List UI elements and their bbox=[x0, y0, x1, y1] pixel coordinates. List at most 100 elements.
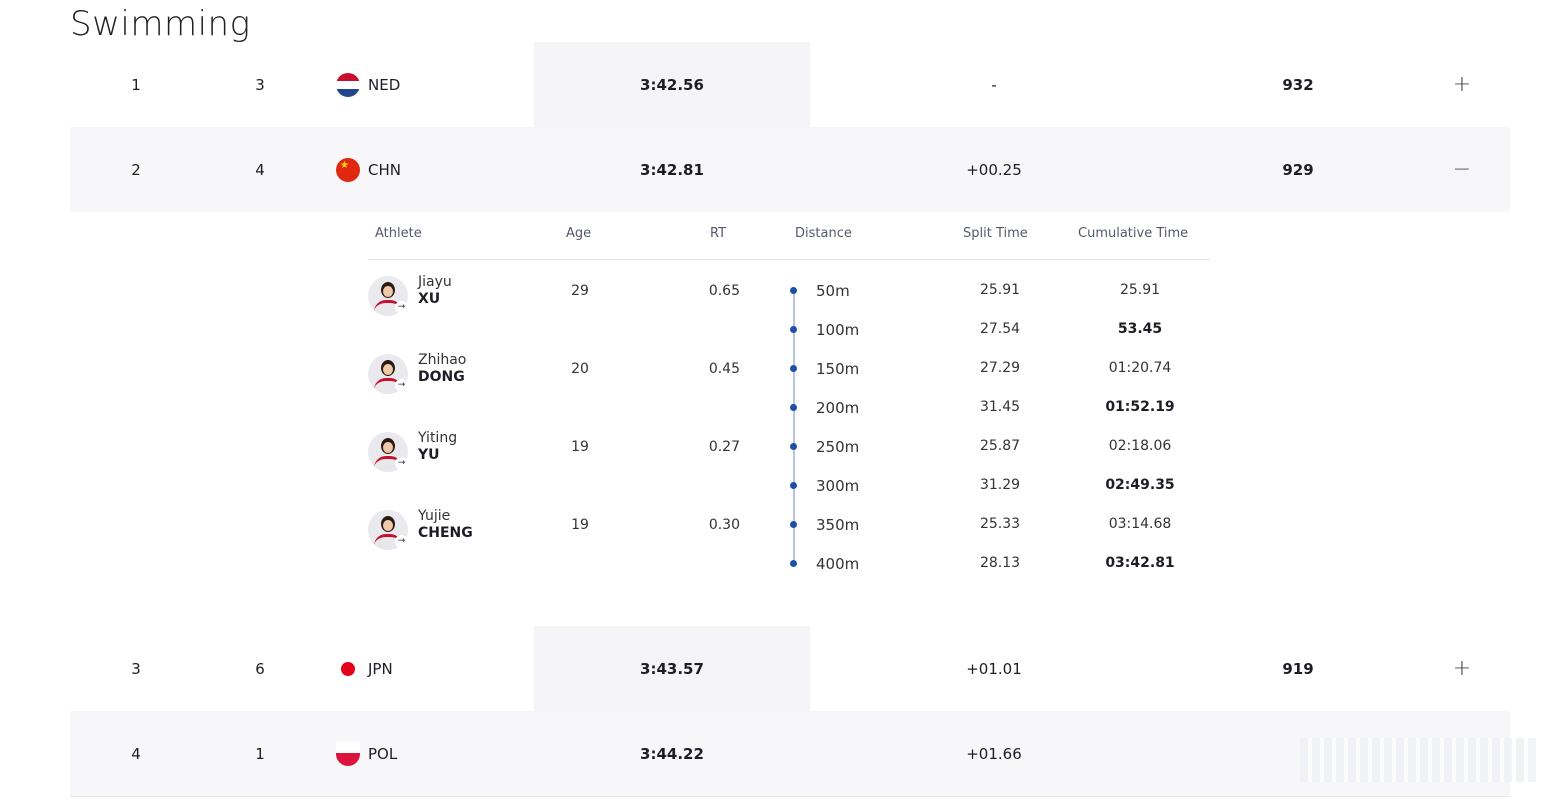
results-row-4[interactable]: 4 1 POL 3:44.22 +01.66 bbox=[70, 711, 1510, 797]
header-athlete: Athlete bbox=[375, 226, 422, 241]
athlete-rt: 0.45 bbox=[708, 361, 740, 377]
cumulative-time: 02:18.06 bbox=[1108, 438, 1172, 454]
split-distance: 250m bbox=[816, 438, 860, 456]
athlete-age: 19 bbox=[571, 439, 589, 455]
arrow-right-icon: → bbox=[395, 535, 408, 548]
points: 929 bbox=[1282, 160, 1314, 179]
points: 932 bbox=[1282, 75, 1314, 94]
header-split-time: Split Time bbox=[963, 226, 1028, 241]
collapse-minus-icon[interactable]: − bbox=[1450, 127, 1474, 212]
time-behind: +01.01 bbox=[966, 659, 1022, 678]
time-behind: +01.66 bbox=[966, 744, 1022, 763]
timeline-dot-icon bbox=[790, 287, 797, 294]
arrow-right-icon: → bbox=[395, 379, 408, 392]
split-time: 25.91 bbox=[979, 282, 1021, 298]
cumulative-time: 02:49.35 bbox=[1105, 477, 1175, 493]
avatar[interactable]: → bbox=[368, 354, 408, 394]
divider bbox=[368, 259, 1210, 260]
split-row: 350m 25.33 03:14.68 bbox=[780, 516, 1220, 536]
athlete-last-name: CHENG bbox=[418, 525, 473, 541]
avatar[interactable]: → bbox=[368, 276, 408, 316]
cumulative-time: 03:42.81 bbox=[1105, 555, 1175, 571]
timeline-dot-icon bbox=[790, 560, 797, 567]
result-time: 3:42.81 bbox=[640, 160, 704, 179]
header-cumulative-time: Cumulative Time bbox=[1078, 226, 1189, 241]
rank: 2 bbox=[131, 160, 141, 179]
athlete-item[interactable]: → Jiayu XU bbox=[368, 274, 568, 318]
header-rt: RT bbox=[710, 226, 727, 241]
split-distance: 350m bbox=[816, 516, 860, 534]
blurred-overlay bbox=[1300, 738, 1540, 782]
page-title: Swimming bbox=[70, 4, 251, 44]
lane: 1 bbox=[255, 744, 265, 763]
split-time: 25.87 bbox=[979, 438, 1021, 454]
results-row-3[interactable]: 3 6 JPN 3:43.57 +01.01 919 + bbox=[70, 626, 1510, 712]
relay-detail-panel: Athlete Age RT Distance Split Time Cumul… bbox=[0, 212, 1555, 626]
cumulative-time: 01:52.19 bbox=[1105, 399, 1175, 415]
pol-flag-icon bbox=[336, 711, 360, 796]
cumulative-time: 03:14.68 bbox=[1108, 516, 1172, 532]
split-row: 150m 27.29 01:20.74 bbox=[780, 360, 1220, 380]
lane: 6 bbox=[255, 659, 265, 678]
avatar[interactable]: → bbox=[368, 510, 408, 550]
split-row: 300m 31.29 02:49.35 bbox=[780, 477, 1220, 497]
avatar[interactable]: → bbox=[368, 432, 408, 472]
split-time: 27.54 bbox=[979, 321, 1021, 337]
result-time: 3:42.56 bbox=[640, 75, 704, 94]
timeline-dot-icon bbox=[790, 482, 797, 489]
points: 919 bbox=[1282, 659, 1314, 678]
athlete-last-name: XU bbox=[418, 291, 441, 307]
athlete-item[interactable]: → Yiting YU bbox=[368, 430, 568, 474]
time-behind: +00.25 bbox=[966, 160, 1022, 179]
split-time: 31.45 bbox=[979, 399, 1021, 415]
timeline-dot-icon bbox=[790, 365, 797, 372]
split-row: 50m 25.91 25.91 bbox=[780, 282, 1220, 302]
athlete-last-name: YU bbox=[418, 447, 440, 463]
athlete-first-name: Zhihao bbox=[418, 352, 467, 368]
athlete-rt: 0.30 bbox=[708, 517, 740, 533]
noc-code: CHN bbox=[368, 160, 401, 179]
split-row: 400m 28.13 03:42.81 bbox=[780, 555, 1220, 575]
arrow-right-icon: → bbox=[395, 301, 408, 314]
results-row-1[interactable]: 1 3 NED 3:42.56 - 932 + bbox=[70, 42, 1510, 128]
result-time: 3:43.57 bbox=[640, 659, 704, 678]
athlete-item[interactable]: → Zhihao DONG bbox=[368, 352, 568, 396]
cumulative-time: 53.45 bbox=[1117, 321, 1163, 337]
split-distance: 150m bbox=[816, 360, 860, 378]
timeline-dot-icon bbox=[790, 326, 797, 333]
lane: 3 bbox=[255, 75, 265, 94]
rank: 1 bbox=[131, 75, 141, 94]
athlete-age: 29 bbox=[571, 283, 589, 299]
timeline-dot-icon bbox=[790, 443, 797, 450]
header-distance: Distance bbox=[795, 226, 852, 241]
split-row: 250m 25.87 02:18.06 bbox=[780, 438, 1220, 458]
header-age: Age bbox=[566, 226, 592, 241]
athlete-rt: 0.65 bbox=[708, 283, 740, 299]
noc-code: POL bbox=[368, 744, 398, 763]
rank: 3 bbox=[131, 659, 141, 678]
expand-plus-icon[interactable]: + bbox=[1450, 626, 1474, 711]
result-time: 3:44.22 bbox=[640, 744, 704, 763]
athlete-first-name: Jiayu bbox=[418, 274, 452, 290]
split-distance: 200m bbox=[816, 399, 860, 417]
results-row-2[interactable]: 2 4 CHN 3:42.81 +00.25 929 − bbox=[70, 127, 1510, 213]
split-distance: 400m bbox=[816, 555, 860, 573]
timeline-dot-icon bbox=[790, 404, 797, 411]
split-distance: 50m bbox=[816, 282, 850, 300]
arrow-right-icon: → bbox=[395, 457, 408, 470]
lane: 4 bbox=[255, 160, 265, 179]
chn-flag-icon bbox=[336, 127, 360, 212]
athlete-first-name: Yujie bbox=[418, 508, 451, 524]
time-behind: - bbox=[991, 75, 997, 94]
split-row: 100m 27.54 53.45 bbox=[780, 321, 1220, 341]
noc-code: NED bbox=[368, 75, 401, 94]
athlete-item[interactable]: → Yujie CHENG bbox=[368, 508, 568, 552]
timeline-dot-icon bbox=[790, 521, 797, 528]
split-time: 31.29 bbox=[979, 477, 1021, 493]
split-distance: 100m bbox=[816, 321, 860, 339]
athlete-first-name: Yiting bbox=[418, 430, 458, 446]
expand-plus-icon[interactable]: + bbox=[1450, 42, 1474, 127]
split-time: 25.33 bbox=[979, 516, 1021, 532]
split-distance: 300m bbox=[816, 477, 860, 495]
ned-flag-icon bbox=[336, 42, 360, 127]
